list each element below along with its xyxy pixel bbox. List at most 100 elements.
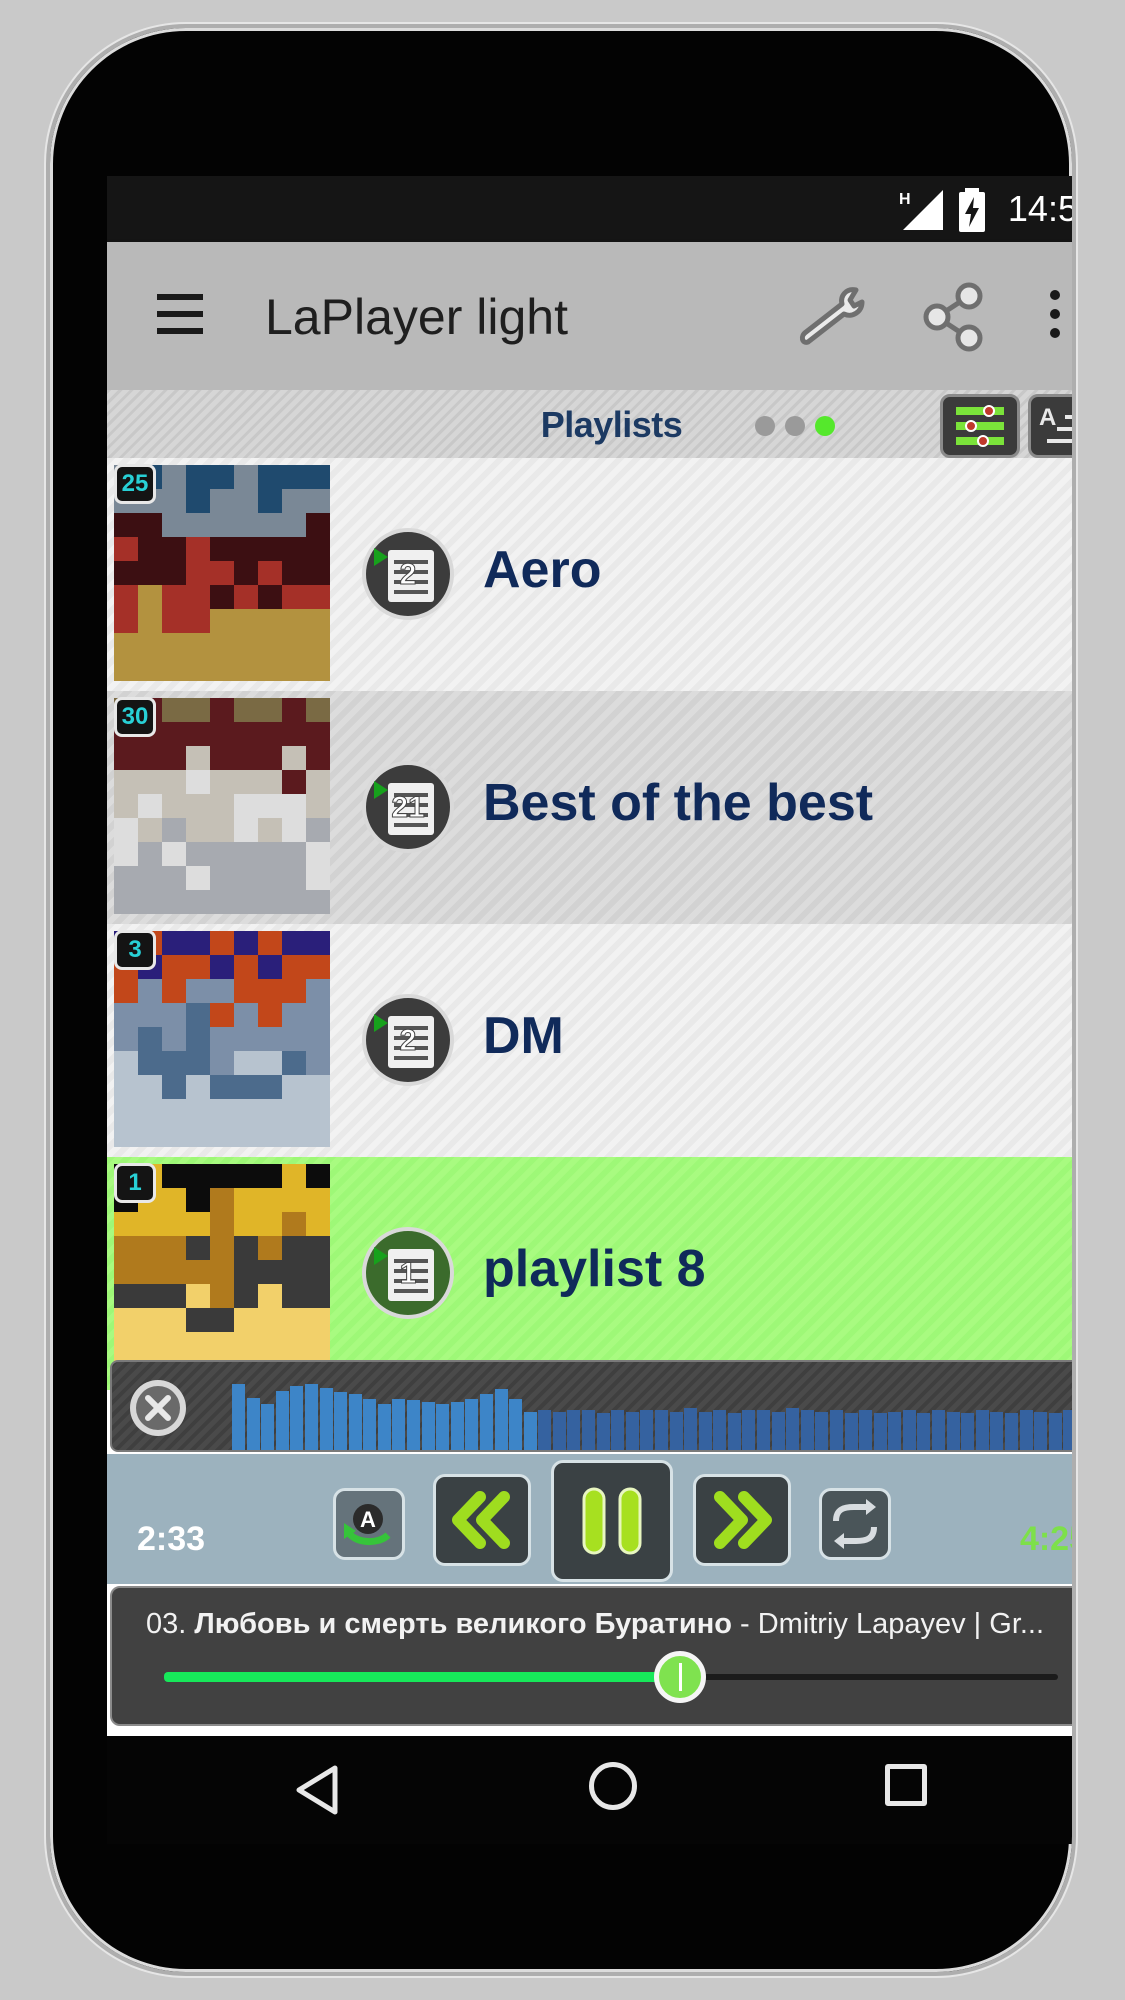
playlist-row[interactable]: 3 2 DM xyxy=(107,924,1072,1157)
seek-bar[interactable] xyxy=(164,1651,1058,1703)
spectrum-bar xyxy=(494,1389,508,1450)
spectrum-bar xyxy=(888,1412,902,1450)
cover-pixel xyxy=(138,585,162,609)
cover-pixel xyxy=(138,1123,162,1147)
cover-pixel xyxy=(186,931,210,955)
page-dot[interactable] xyxy=(755,416,775,436)
cover-pixel xyxy=(186,1003,210,1027)
cover-pixel xyxy=(258,890,282,914)
cover-pixel xyxy=(210,585,234,609)
cover-pixel xyxy=(186,746,210,770)
cover-pixel xyxy=(210,1075,234,1099)
spectrum-bar xyxy=(859,1410,873,1450)
pause-button[interactable] xyxy=(551,1460,673,1582)
repeat-button[interactable] xyxy=(819,1488,891,1560)
playlist-icon[interactable]: 1 xyxy=(362,1227,454,1319)
cover-pixel xyxy=(162,1003,186,1027)
page-dot-active[interactable] xyxy=(815,416,835,436)
cover-pixel xyxy=(162,1075,186,1099)
cover-pixel xyxy=(186,794,210,818)
cover-pixel xyxy=(186,890,210,914)
cover-pixel xyxy=(162,657,186,681)
share-icon[interactable] xyxy=(921,282,987,352)
playlist-row[interactable]: 30 21 Best of the best xyxy=(107,691,1072,924)
now-playing-track[interactable]: 03. Любовь и смерть великого Буратино - … xyxy=(146,1608,1072,1641)
cover-pixel xyxy=(234,1284,258,1308)
cover-pixel xyxy=(234,1003,258,1027)
cover-pixel xyxy=(162,698,186,722)
home-icon[interactable] xyxy=(589,1762,637,1810)
cover-pixel xyxy=(306,722,330,746)
cover-pixel xyxy=(138,1260,162,1284)
back-icon[interactable] xyxy=(293,1764,341,1816)
cover-pixel xyxy=(234,633,258,657)
text-size-button[interactable]: A xyxy=(1028,394,1072,458)
cover-pixel xyxy=(234,657,258,681)
playlist-row[interactable]: 25 2 Aero xyxy=(107,458,1072,691)
playlist-icon[interactable]: 2 xyxy=(362,994,454,1086)
cover-pixel xyxy=(258,722,282,746)
cover-pixel xyxy=(162,609,186,633)
playlist-icon[interactable]: 2 xyxy=(362,528,454,620)
cover-pixel xyxy=(282,770,306,794)
spectrum-bar xyxy=(1048,1413,1062,1450)
cover-pixel xyxy=(138,770,162,794)
track-title: Любовь и смерть великого Буратино xyxy=(194,1608,732,1640)
cover-pixel xyxy=(306,1164,330,1188)
cover-pixel xyxy=(258,931,282,955)
cover-pixel xyxy=(258,1123,282,1147)
cover-pixel xyxy=(306,746,330,770)
spectrum-bar xyxy=(829,1410,843,1450)
repeat-icon xyxy=(833,1499,877,1549)
cover-pixel xyxy=(258,842,282,866)
cover-pixel xyxy=(114,979,138,1003)
cover-pixel xyxy=(306,770,330,794)
spectrum-bar xyxy=(246,1398,260,1450)
cover-pixel xyxy=(306,955,330,979)
cover-pixel xyxy=(282,585,306,609)
cover-pixel xyxy=(306,1027,330,1051)
cover-pixel xyxy=(114,537,138,561)
cover-pixel xyxy=(186,1212,210,1236)
playlist-icon-number: 1 xyxy=(399,1257,417,1291)
spectrum-bar xyxy=(1004,1413,1018,1450)
battery-charging-icon xyxy=(959,188,985,232)
cover-pixel xyxy=(258,465,282,489)
cover-pixel xyxy=(114,1123,138,1147)
cover-pixel xyxy=(138,633,162,657)
rewind-button[interactable] xyxy=(433,1474,531,1566)
cover-pixel xyxy=(282,746,306,770)
cover-pixel xyxy=(282,1123,306,1147)
close-icon[interactable] xyxy=(130,1380,186,1436)
cover-pixel xyxy=(138,1308,162,1332)
autoplay-button[interactable]: A xyxy=(333,1488,405,1560)
rewind-icon xyxy=(452,1491,510,1549)
cover-pixel xyxy=(162,585,186,609)
recent-apps-icon[interactable] xyxy=(885,1764,927,1806)
page-dot[interactable] xyxy=(785,416,805,436)
wrench-icon[interactable] xyxy=(794,282,876,350)
cover-pixel xyxy=(306,1188,330,1212)
spectrum-bar xyxy=(509,1399,523,1450)
playlist-row-active[interactable]: 1 1 playlist 8 xyxy=(107,1157,1072,1390)
cover-pixel xyxy=(186,465,210,489)
cover-pixel xyxy=(138,1003,162,1027)
cover-pixel xyxy=(186,722,210,746)
cover-pixel xyxy=(210,561,234,585)
seek-thumb[interactable] xyxy=(654,1651,706,1703)
spectrum-bar xyxy=(523,1412,537,1450)
menu-icon[interactable] xyxy=(157,294,203,334)
cover-pixel xyxy=(138,1236,162,1260)
equalizer-button[interactable] xyxy=(940,394,1020,458)
fast-forward-button[interactable] xyxy=(693,1474,791,1566)
playlist-icon[interactable]: 21 xyxy=(362,761,454,853)
cover-pixel xyxy=(282,1236,306,1260)
cover-pixel xyxy=(258,979,282,1003)
more-vert-icon[interactable] xyxy=(1047,290,1063,342)
cover-pixel xyxy=(186,489,210,513)
cover-pixel xyxy=(114,770,138,794)
cover-pixel xyxy=(186,818,210,842)
system-nav-bar xyxy=(107,1736,1072,1844)
cover-pixel xyxy=(210,698,234,722)
cover-pixel xyxy=(234,585,258,609)
